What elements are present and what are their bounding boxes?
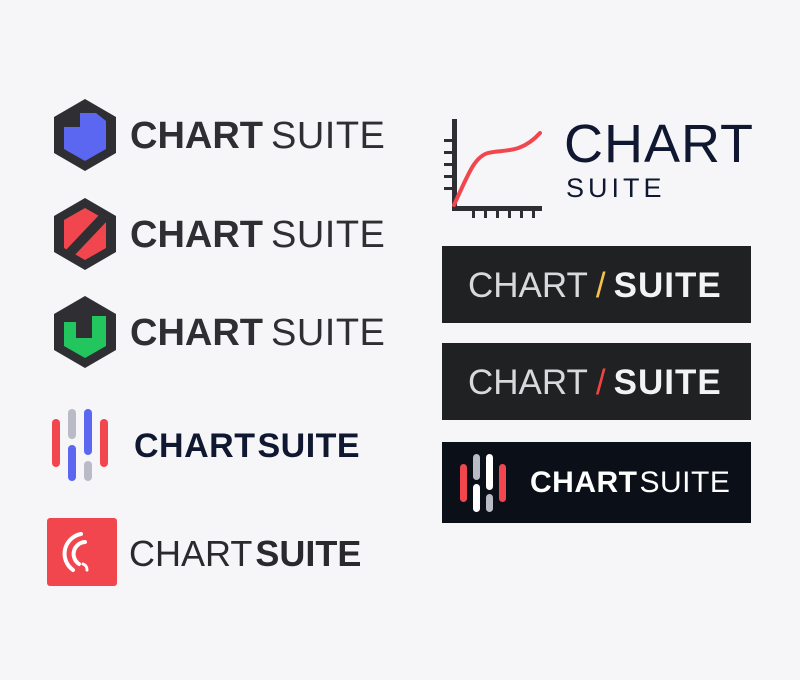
wordmark-suite: SUITE [639, 466, 731, 499]
logo-red-square: CHARTSUITE [47, 518, 387, 588]
wordmark-chart: CHART [468, 266, 588, 305]
wordmark-suite: SUITE [270, 214, 386, 256]
slash-red: / [595, 363, 606, 402]
wordmark-chart: CHART [468, 363, 588, 402]
bars-icon [52, 409, 108, 481]
wordmark-chart: CHART [130, 312, 263, 354]
wordmark-chart: CHART [564, 114, 755, 174]
wordmark-chart: CHART [129, 533, 253, 574]
hexagon-red-slash-icon [54, 198, 116, 270]
logo-dark-yellow-slash: CHART / SUITE [442, 246, 751, 323]
wordmark-suite: SUITE [255, 533, 362, 574]
wordmark-suite: SUITE [566, 173, 666, 203]
wordmark-suite: SUITE [613, 363, 722, 402]
wordmark-chart: CHART [130, 214, 263, 256]
wordmark-suite: SUITE [270, 115, 386, 157]
logo-curve: CHART SUITE [440, 115, 760, 225]
wordmark-suite: SUITE [257, 427, 361, 465]
curve-chart-icon [444, 119, 542, 218]
wordmark-chart: CHART [134, 427, 256, 465]
logo-bars: CHARTSUITE [50, 405, 390, 483]
red-square-icon [47, 518, 117, 586]
wordmark-chart: CHART [530, 466, 638, 499]
logo-hex-green: CHART SUITE [52, 294, 392, 370]
wordmark-suite: SUITE [613, 266, 722, 305]
logo-dark-red-slash: CHART / SUITE [442, 343, 751, 420]
slash-yellow: / [595, 266, 606, 305]
logo-hex-red: CHART SUITE [52, 196, 392, 272]
hexagon-blue-icon [54, 99, 116, 171]
wordmark-suite: SUITE [270, 312, 386, 354]
bars-icon [460, 454, 506, 512]
wordmark-chart: CHART [130, 115, 263, 157]
hexagon-green-icon [54, 296, 116, 368]
logo-dark-bars: CHARTSUITE [442, 442, 751, 523]
logo-hex-blue: CHART SUITE [52, 97, 392, 173]
